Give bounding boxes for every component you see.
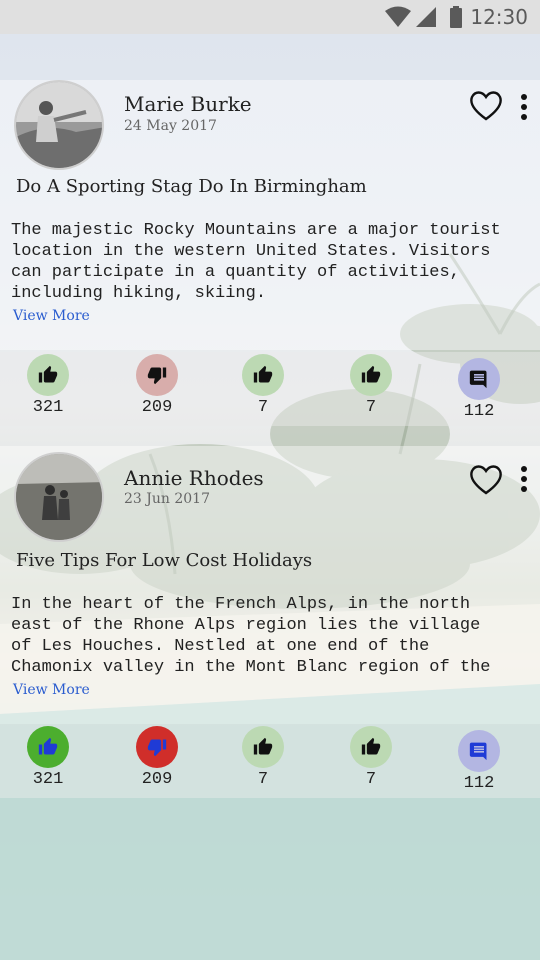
- comment-icon: [469, 370, 487, 389]
- like-count: 7: [257, 398, 269, 417]
- like-button[interactable]: 7: [341, 726, 401, 789]
- dislike-button[interactable]: 209: [127, 726, 187, 789]
- thumb-up-icon: [361, 365, 381, 383]
- post-actions-bar: 321 209 7 7 112: [0, 352, 540, 426]
- author-avatar[interactable]: [14, 80, 104, 170]
- like-button[interactable]: 7: [233, 726, 293, 789]
- post-excerpt: The majestic Rocky Mountains are a major…: [11, 221, 501, 303]
- dislike-button[interactable]: 209: [127, 354, 187, 417]
- like-button[interactable]: 321: [18, 354, 78, 417]
- view-more-link[interactable]: View More: [13, 682, 90, 698]
- comment-count: 112: [463, 774, 495, 793]
- status-time: 12:30: [470, 5, 528, 29]
- like-button[interactable]: 7: [341, 354, 401, 417]
- author-name[interactable]: Annie Rhodes: [124, 466, 264, 490]
- thumb-down-icon: [147, 367, 167, 385]
- view-more-link[interactable]: View More: [13, 308, 90, 324]
- author-name[interactable]: Marie Burke: [124, 92, 252, 116]
- more-options-icon[interactable]: [516, 92, 532, 122]
- like-count: 7: [365, 398, 377, 417]
- like-count: 7: [257, 770, 269, 789]
- thumb-up-icon: [38, 365, 58, 383]
- comment-button[interactable]: 112: [449, 358, 509, 421]
- comment-icon: [469, 742, 487, 761]
- thumb-up-icon: [253, 737, 273, 755]
- favorite-heart-icon[interactable]: [468, 462, 504, 498]
- comment-count: 112: [463, 402, 495, 421]
- thumb-up-icon: [253, 365, 273, 383]
- thumb-up-icon: [361, 737, 381, 755]
- battery-icon: [450, 6, 462, 28]
- like-button[interactable]: 7: [233, 354, 293, 417]
- dislike-count: 209: [141, 398, 173, 417]
- status-bar: 12:30: [0, 0, 540, 34]
- post-excerpt: In the heart of the French Alps, in the …: [11, 595, 491, 677]
- post-card: Marie Burke 24 May 2017 Do A Sporting St…: [0, 80, 540, 350]
- wifi-icon: [385, 6, 411, 27]
- thumb-up-icon: [38, 737, 58, 755]
- more-options-icon[interactable]: [516, 464, 532, 494]
- like-button[interactable]: 321: [18, 726, 78, 789]
- author-avatar[interactable]: [14, 452, 104, 542]
- like-count: 321: [32, 398, 64, 417]
- comment-button[interactable]: 112: [449, 730, 509, 793]
- like-count: 321: [32, 770, 64, 789]
- dislike-count: 209: [141, 770, 173, 789]
- post-title[interactable]: Do A Sporting Stag Do In Birmingham: [16, 176, 367, 197]
- post-card: Annie Rhodes 23 Jun 2017 Five Tips For L…: [0, 446, 540, 724]
- post-date: 24 May 2017: [124, 118, 217, 134]
- post-date: 23 Jun 2017: [124, 491, 210, 507]
- post-title[interactable]: Five Tips For Low Cost Holidays: [16, 550, 312, 571]
- favorite-heart-icon[interactable]: [468, 88, 504, 124]
- thumb-down-icon: [147, 739, 167, 757]
- like-count: 7: [365, 770, 377, 789]
- post-actions-bar: 321 209 7 7 112: [0, 724, 540, 798]
- cellular-signal-icon: [416, 7, 436, 27]
